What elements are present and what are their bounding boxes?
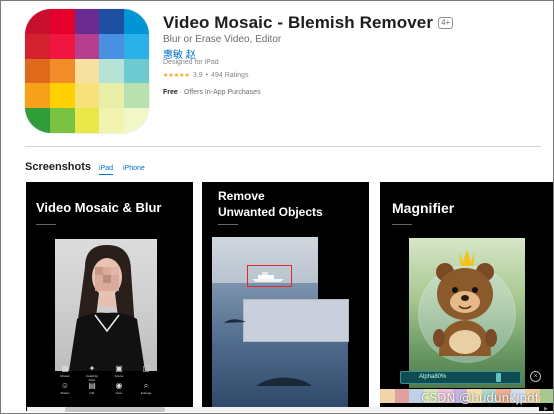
app-icon-tile bbox=[49, 33, 75, 59]
title-row: Video Mosaic - Blemish Remover 4+ bbox=[163, 13, 454, 33]
section-divider bbox=[25, 146, 541, 147]
rating-count: 494 Ratings bbox=[211, 72, 249, 79]
thumbnail-tile[interactable] bbox=[394, 389, 409, 403]
scroll-right-icon[interactable]: ▶ bbox=[544, 406, 548, 412]
app-icon-tile bbox=[25, 33, 50, 59]
app-icon-tile bbox=[124, 83, 149, 109]
tool-face[interactable]: ◉ Face bbox=[112, 381, 126, 396]
app-icon-tile bbox=[25, 58, 50, 84]
tool-enlarge[interactable]: ⌕ Enlarge bbox=[139, 381, 153, 396]
tab-ipad[interactable]: iPad bbox=[99, 165, 114, 175]
screenshots-heading: Screenshots bbox=[25, 161, 92, 173]
sparkle-icon: ✦ bbox=[88, 364, 96, 373]
tool-label: Frame bbox=[114, 374, 124, 378]
thumbnail-tile[interactable] bbox=[539, 389, 553, 403]
app-icon-tile bbox=[124, 9, 149, 34]
age-rating-badge: 4+ bbox=[438, 17, 454, 29]
screenshot-1[interactable]: Video Mosaic & Blur ▦ Mosaic ✦ Celebrity Fi… bbox=[26, 182, 193, 411]
app-icon-tile bbox=[99, 58, 125, 84]
app-icon-tile bbox=[25, 108, 50, 133]
rating-row: ★★★★★ 3.9 • 494 Ratings bbox=[163, 72, 248, 79]
caption-rule bbox=[36, 224, 56, 225]
rating-value: 3.9 bbox=[192, 72, 203, 79]
app-subtitle: Blur or Erase Video, Editor bbox=[163, 34, 282, 45]
in-app-purchases-label: Offers In-App Purchases bbox=[184, 89, 261, 96]
screenshot-2-caption-line1: Remove bbox=[218, 189, 265, 203]
app-icon-tile bbox=[49, 108, 75, 133]
tool-label: GIF bbox=[89, 391, 95, 395]
screenshot-1-caption: Video Mosaic & Blur bbox=[36, 200, 162, 215]
app-icon-tile bbox=[74, 108, 100, 133]
app-icon-tile bbox=[99, 83, 125, 109]
magnifier-photo bbox=[409, 238, 525, 388]
price-row: Free · Offers In-App Purchases bbox=[163, 89, 261, 96]
screenshot-2[interactable]: Remove Unwanted Objects bbox=[202, 182, 369, 411]
screenshot-2-caption-line2: Unwanted Objects bbox=[218, 205, 323, 219]
app-icon-tile bbox=[74, 33, 100, 59]
app-icon-tile bbox=[124, 33, 149, 59]
app-icon-tile bbox=[74, 58, 100, 84]
portrait-illustration bbox=[69, 245, 145, 371]
alpha-slider[interactable]: Alpha80% bbox=[400, 371, 521, 384]
blank-icon: ▢ bbox=[142, 364, 150, 373]
alpha-slider-label: Alpha80% bbox=[419, 374, 447, 380]
whale-fin-icon bbox=[224, 319, 246, 323]
tool-label: Sticker bbox=[60, 391, 70, 395]
app-icon-tile bbox=[49, 58, 75, 84]
selection-box[interactable] bbox=[247, 265, 292, 287]
app-icon-tile bbox=[49, 83, 75, 109]
app-title: Video Mosaic - Blemish Remover bbox=[163, 13, 434, 32]
price-label: Free bbox=[163, 89, 178, 96]
tool-label: Face bbox=[115, 391, 123, 395]
tool-gif[interactable]: ▤ GIF bbox=[85, 381, 99, 396]
app-icon-tile bbox=[49, 9, 75, 34]
close-icon[interactable]: × bbox=[530, 371, 541, 382]
app-icon bbox=[25, 9, 149, 133]
watermark: CSDN @hudunkjpdf bbox=[421, 391, 539, 405]
app-icon-tile bbox=[124, 58, 149, 84]
caption-rule bbox=[218, 224, 238, 225]
app-icon-tile bbox=[99, 108, 125, 133]
app-icon-tile bbox=[74, 83, 100, 109]
tool-celebrity-filter[interactable]: ✦ Celebrity Filter bbox=[85, 364, 99, 383]
erased-region-panel bbox=[243, 299, 349, 342]
whale-icon bbox=[256, 377, 312, 386]
tool-sticker[interactable]: ☺ Sticker bbox=[58, 381, 72, 396]
caption-rule bbox=[392, 224, 412, 225]
horizontal-scrollbar[interactable] bbox=[27, 407, 539, 412]
screenshot-3[interactable]: Magnifier Alpha80% × bbox=[380, 182, 553, 411]
thumbnail-tile[interactable] bbox=[380, 389, 395, 403]
app-icon-tile bbox=[25, 83, 50, 109]
designed-for-label: Designed for iPad bbox=[163, 59, 219, 66]
app-icon-tile bbox=[25, 9, 50, 34]
tool-mosaic[interactable]: ▦ Mosaic bbox=[58, 364, 72, 379]
scrollbar-thumb[interactable] bbox=[65, 407, 165, 412]
app-icon-tile bbox=[74, 9, 100, 34]
tool-frame[interactable]: ▣ Frame bbox=[112, 364, 126, 379]
app-store-page: Video Mosaic - Blemish Remover 4+ Blur o… bbox=[0, 0, 554, 414]
star-rating-icon: ★★★★★ bbox=[163, 73, 190, 79]
magnify-icon: ⌕ bbox=[143, 381, 149, 390]
alpha-slider-thumb[interactable] bbox=[496, 373, 501, 382]
tab-iphone[interactable]: iPhone bbox=[123, 165, 145, 172]
screenshot-3-caption: Magnifier bbox=[392, 200, 455, 216]
app-icon-tile bbox=[99, 9, 125, 34]
bear-figure-illustration bbox=[418, 250, 516, 363]
square-icon: ▣ bbox=[115, 364, 123, 373]
tool-label: Mosaic bbox=[60, 374, 70, 378]
tool-blank[interactable]: ▢ bbox=[139, 365, 153, 374]
portrait-photo bbox=[55, 239, 157, 371]
face-icon: ◉ bbox=[115, 381, 123, 390]
app-icon-tile bbox=[99, 33, 125, 59]
tool-label: Enlarge bbox=[140, 391, 152, 395]
rating-separator: • bbox=[205, 72, 209, 79]
price-separator: · bbox=[179, 89, 183, 96]
checker-icon: ▦ bbox=[61, 364, 69, 373]
gif-icon: ▤ bbox=[88, 381, 96, 390]
app-icon-tile bbox=[124, 108, 149, 133]
smile-icon: ☺ bbox=[60, 381, 70, 390]
